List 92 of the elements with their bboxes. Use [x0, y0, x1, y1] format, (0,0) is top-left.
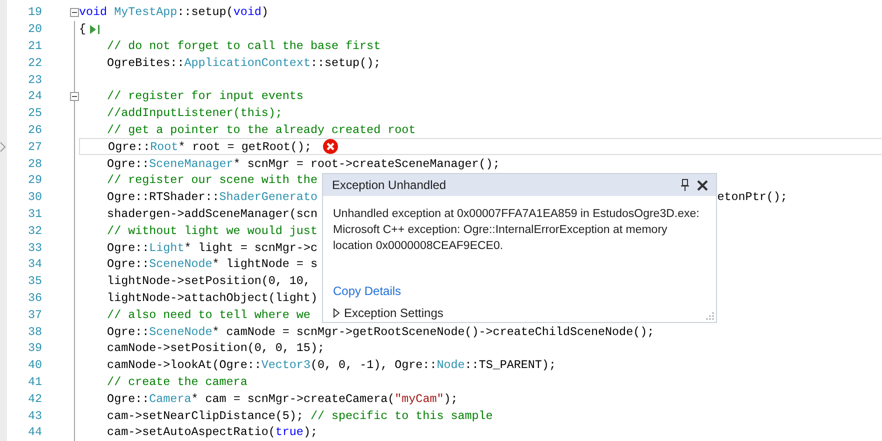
- code-token: Ogre::RTShader::: [106, 190, 220, 204]
- line-number: 21: [26, 38, 42, 53]
- line-number: 41: [26, 374, 42, 389]
- code-token: Ogre::: [107, 140, 150, 154]
- code-token: * lightNode = s: [212, 257, 318, 272]
- code-token: camNode->setPosition(0, 0, 15);: [106, 341, 324, 356]
- line-number: 32: [26, 224, 42, 238]
- line-number: 19: [26, 5, 42, 20]
- code-token: );: [444, 392, 458, 406]
- code-token: // create the camera: [106, 374, 248, 389]
- code-token: Ogre::: [106, 156, 150, 171]
- code-token: // do not forget to call the base first: [106, 38, 381, 53]
- line-number: 36: [26, 290, 42, 305]
- code-token: lightNode->setPosition(0, 10,: [106, 274, 310, 288]
- code-token: SceneNode: [149, 257, 212, 272]
- code-token: SceneManager: [149, 156, 234, 171]
- code-token: shadergen->addSceneManager(scn: [106, 206, 318, 221]
- line-number: 20: [26, 22, 42, 36]
- expand-icon[interactable]: [333, 308, 340, 318]
- line-number: 35: [26, 274, 42, 288]
- code-token: // also need to tell where we: [106, 308, 310, 322]
- code-token: void: [233, 5, 262, 20]
- code-token: Light: [149, 240, 184, 255]
- code-token: ::TS_PARENT);: [464, 358, 556, 372]
- code-token: cam->setNearClipDistance(5);: [106, 408, 304, 423]
- pin-icon[interactable]: [681, 179, 689, 191]
- code-token: Ogre::: [106, 392, 150, 406]
- line-number: 28: [26, 156, 42, 171]
- line-number: 40: [26, 358, 42, 372]
- code-token: Root: [150, 140, 178, 154]
- close-icon[interactable]: [697, 180, 708, 190]
- line-number: 44: [26, 425, 42, 440]
- exception-settings-label[interactable]: Exception Settings: [344, 306, 444, 320]
- collapse-icon[interactable]: [70, 92, 79, 101]
- popup-title: Exception Unhandled: [332, 178, 448, 192]
- line-number: 29: [26, 173, 42, 188]
- code-token: // register for input events: [106, 89, 304, 104]
- code-token: // specific to this sample: [310, 408, 493, 423]
- code-token: OgreBites::: [106, 56, 184, 70]
- line-number: 22: [26, 56, 42, 70]
- code-token: // register our scene with the: [106, 173, 318, 188]
- resize-grip-icon[interactable]: [706, 312, 714, 320]
- line-number: 23: [26, 72, 42, 87]
- code-token: Camera: [149, 392, 192, 406]
- code-token: ): [261, 5, 268, 20]
- line-number: 27: [26, 140, 42, 154]
- line-number: 37: [26, 308, 42, 322]
- line-number: 38: [26, 324, 42, 339]
- code-token: Ogre::: [106, 240, 150, 255]
- line-number: 33: [26, 240, 42, 255]
- code-token: "myCam": [394, 392, 444, 406]
- line-number: 34: [26, 257, 42, 272]
- code-token: * camNode = scnMgr->getRootSceneNode()->createChildSceneNode();: [212, 324, 654, 339]
- copy-details-link[interactable]: Copy Details: [333, 284, 402, 298]
- code-token: Vector3: [261, 358, 310, 372]
- code-token: cam->setAutoAspectRatio(: [106, 425, 276, 440]
- line-number: 24: [26, 89, 42, 104]
- code-token: etonPtr();: [717, 190, 788, 204]
- code-token: ::setup(: [177, 5, 234, 20]
- code-token: * cam = scnMgr->createCamera(: [191, 392, 395, 406]
- code-token: // without light we would just: [106, 224, 318, 238]
- code-token: Ogre::: [106, 324, 150, 339]
- code-token: void: [79, 5, 108, 20]
- code-token: * root = getRoot();: [178, 140, 312, 154]
- line-number: 42: [26, 392, 42, 406]
- code-token: SceneNode: [149, 324, 212, 339]
- code-token: // get a pointer to the already created root: [106, 122, 416, 137]
- code-token: camNode->lookAt(Ogre::: [106, 358, 262, 372]
- code-token: ApplicationContext: [184, 56, 310, 70]
- line-number: 39: [26, 341, 42, 356]
- collapse-icon[interactable]: [70, 8, 79, 17]
- code-token: //addInputListener(this);: [106, 106, 282, 120]
- code-token: MyTestApp: [114, 5, 178, 20]
- code-token: (0, 0, -1), Ogre::: [310, 358, 437, 372]
- code-token: );: [303, 425, 318, 440]
- code-token: Node: [436, 358, 465, 372]
- line-number: 25: [26, 106, 42, 120]
- code-token: * light = scnMgr->c: [184, 240, 318, 255]
- code-token: ShaderGenerato: [219, 190, 318, 204]
- chevron-icon: [0, 142, 6, 152]
- run-to-cursor-icon[interactable]: [90, 24, 100, 34]
- code-token: ::setup();: [310, 56, 381, 70]
- code-token: Ogre::: [106, 257, 150, 272]
- code-token: * scnMgr = root->createSceneManager();: [233, 156, 500, 171]
- line-number: 26: [26, 122, 42, 137]
- line-number: 30: [26, 190, 42, 204]
- exception-message: Unhandled exception at 0x00007FFA7A1EA859 in EstudosOgre3D.exe: Microsoft C++ exception: Ogre::InternalErrorException at memory location 0x0000008CEAF9ECE0.: [332, 207, 700, 254]
- code-token: lightNode->attachObject(light): [106, 290, 318, 305]
- line-number: 43: [26, 408, 42, 423]
- line-number: 31: [26, 206, 42, 221]
- code-token: {: [79, 22, 86, 36]
- code-token: true: [275, 425, 304, 440]
